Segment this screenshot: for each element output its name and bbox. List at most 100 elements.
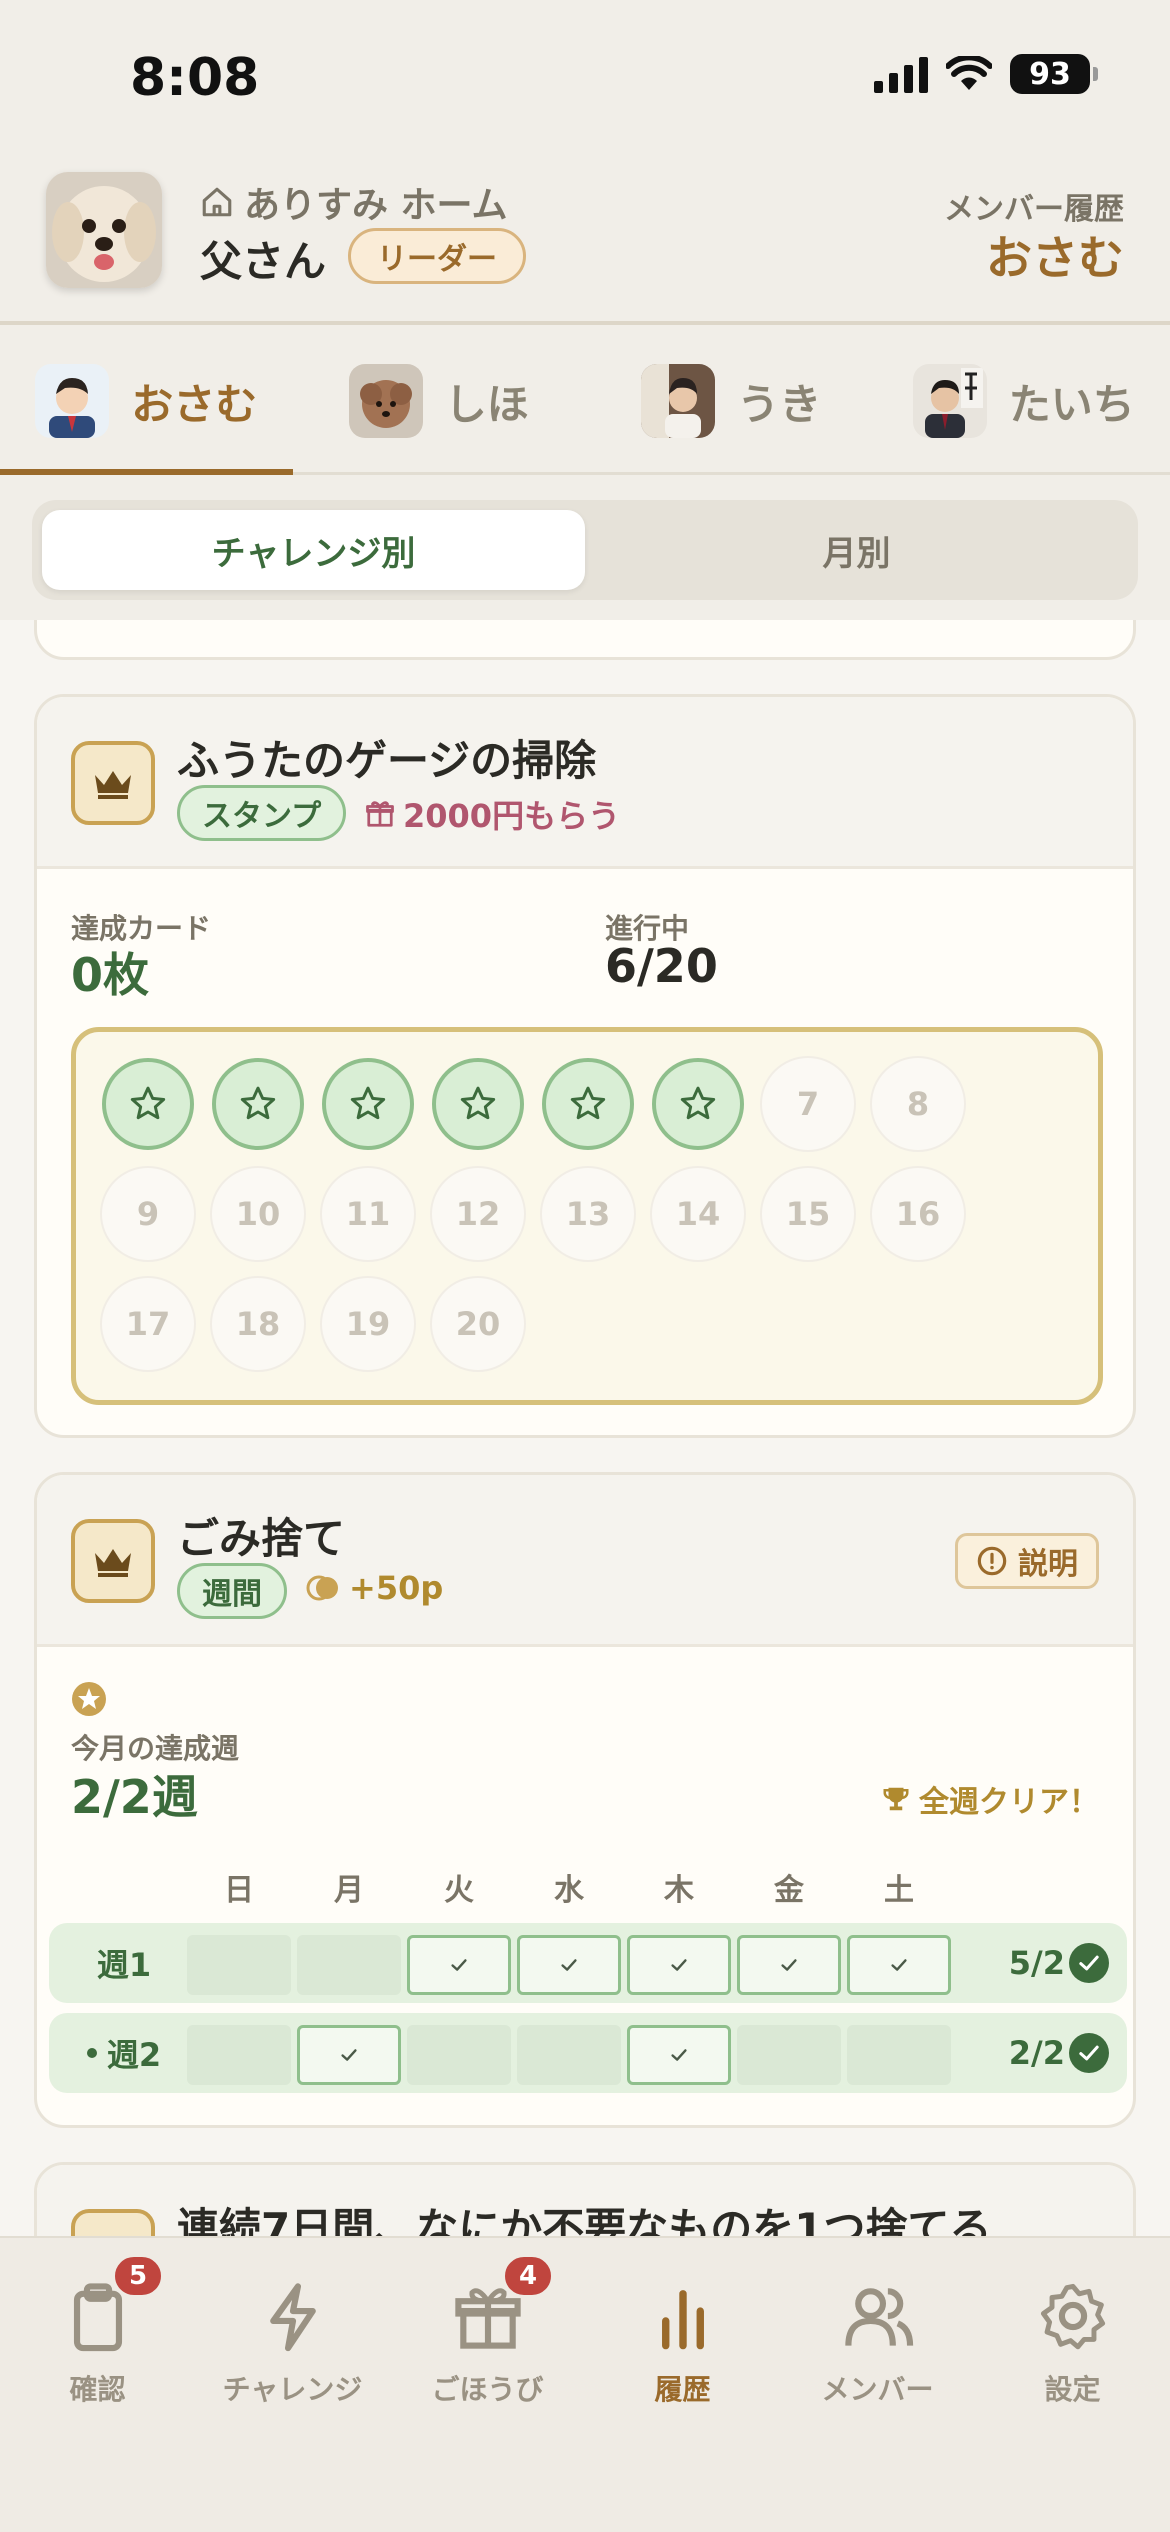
star-icon: [240, 1086, 276, 1120]
star-icon: [130, 1086, 166, 1120]
reward-text: 2000円もらう: [403, 797, 621, 835]
check-icon: [1079, 2045, 1099, 2061]
nav-label: メンバー: [821, 2373, 934, 2406]
challenge-type-badge: 週間: [177, 1563, 287, 1619]
stamp-completed: [212, 1058, 304, 1150]
day-header: 月: [334, 1873, 364, 1908]
reward-info: 2000円もらう: [365, 791, 620, 837]
nav-label: ごほうび: [431, 2373, 544, 2406]
nav-item-bar-chart[interactable]: 履歴: [585, 2238, 780, 2532]
points-info: +50p: [305, 1569, 443, 1607]
trophy-icon: [883, 1787, 909, 1811]
member-avatar: [641, 364, 716, 438]
challenge-card-stamp: ふうたのゲージの掃除 スタンプ 2000円もらう 達成カード 0枚 進行中 6/…: [34, 694, 1136, 1438]
stamp-slot: 12: [432, 1168, 524, 1260]
challenge-card-header: ごみ捨て 週間 +50p 説明: [37, 1475, 1133, 1647]
stamp-slot: 17: [102, 1278, 194, 1370]
check-icon: [781, 1959, 797, 1971]
nav-item-people[interactable]: メンバー: [780, 2238, 975, 2532]
user-avatar[interactable]: [46, 172, 162, 288]
stamp-slot: 19: [322, 1278, 414, 1370]
achieved-cards-value: 0枚: [71, 948, 150, 1002]
member-tab-label: しほ: [444, 379, 529, 429]
crown-icon: [71, 2209, 155, 2236]
member-tab-label: うき: [737, 379, 822, 429]
gift-icon: [366, 801, 394, 827]
stamp-slot: 15: [762, 1168, 854, 1260]
check-icon: [561, 1959, 577, 1971]
check-icon: [671, 2049, 687, 2061]
member-tab-osamu[interactable]: おさむ: [0, 330, 293, 475]
stamp-slot: 11: [322, 1168, 414, 1260]
member-history-name[interactable]: おさむ: [986, 222, 1124, 288]
explain-button[interactable]: 説明: [955, 1533, 1099, 1589]
challenge-title: ごみ捨て: [177, 1514, 346, 1563]
stamp-slot: 18: [212, 1278, 304, 1370]
cellular-signal-icon: [874, 55, 928, 93]
check-icon: [451, 1959, 467, 1971]
challenge-card-header: ふうたのゲージの掃除 スタンプ 2000円もらう: [37, 697, 1133, 869]
member-avatar: [912, 364, 987, 438]
stamp-board: 7 8 9 10 11 12 13 14 15 16 17 18 19 20: [71, 1027, 1103, 1405]
app-header: ありすみ ホーム 父さん リーダー メンバー履歴 おさむ: [0, 150, 1170, 325]
info-icon: [977, 1546, 1007, 1576]
week-row: 週1 5/2: [49, 1923, 1127, 2003]
member-avatar: [348, 364, 423, 438]
stamp-completed: [652, 1058, 744, 1150]
challenge-card-weekly: ごみ捨て 週間 +50p 説明 今月の達成週 2/2週 全週クリア！ 日月火水木…: [34, 1472, 1136, 2128]
status-time: 8:08: [130, 48, 260, 108]
stamp-slot: 16: [872, 1168, 964, 1260]
nav-item-gear[interactable]: 設定: [975, 2238, 1170, 2532]
week-label: 週2: [49, 2013, 199, 2093]
stamp-slot: 20: [432, 1278, 524, 1370]
notification-badge: 5: [112, 2254, 164, 2298]
stamp-slot: 14: [652, 1168, 744, 1260]
day-cell: [737, 2025, 841, 2085]
stamp-slot: 8: [872, 1058, 964, 1150]
month-weeks-value: 2/2週: [71, 1770, 198, 1824]
status-indicators: 93: [874, 54, 1098, 94]
day-header: 木: [664, 1873, 694, 1908]
nav-label: 設定: [1044, 2373, 1101, 2406]
in-progress-value: 6/20: [605, 939, 718, 993]
week-complete-icon: [1069, 1943, 1109, 1983]
status-bar: 8:08 93: [0, 0, 1170, 150]
bottom-tab-bar: 確認 5 チャレンジ ごほうび 4 履歴 メンバー 設定: [0, 2236, 1170, 2532]
nav-item-lightning[interactable]: チャレンジ: [195, 2238, 390, 2532]
nav-label: 履歴: [654, 2373, 711, 2406]
member-tab-taichi[interactable]: たいち: [878, 330, 1170, 472]
home-name-line: ありすみ ホーム: [200, 176, 507, 228]
day-header: 日: [224, 1873, 254, 1908]
day-cell: [187, 1935, 291, 1995]
view-segment: チャレンジ別 月別: [32, 500, 1138, 600]
stamp-completed: [322, 1058, 414, 1150]
day-header: 火: [444, 1873, 474, 1908]
explain-button-label: 説明: [1018, 1547, 1078, 1582]
people-icon: [838, 2276, 918, 2356]
segment-by-month[interactable]: 月別: [585, 510, 1128, 590]
battery-indicator: 93: [1010, 54, 1098, 94]
star-icon: [570, 1086, 606, 1120]
member-tab-uki[interactable]: うき: [585, 330, 878, 472]
nav-item-clipboard[interactable]: 確認 5: [0, 2238, 195, 2532]
day-cell: [297, 1935, 401, 1995]
member-tab-shiho[interactable]: しほ: [293, 330, 586, 472]
challenge-type-badge: スタンプ: [177, 785, 347, 841]
week-count: 5/2: [1008, 1944, 1065, 1982]
all-clear-text: 全週クリア！: [919, 1785, 1099, 1820]
current-week-dot: [86, 2048, 97, 2058]
previous-card-edge: [34, 620, 1136, 660]
member-avatar: [35, 364, 110, 438]
gear-icon: [1033, 2276, 1113, 2356]
day-cell-done: [407, 1935, 511, 1995]
check-icon: [1079, 1955, 1099, 1971]
stamp-slot: 7: [762, 1058, 854, 1150]
crown-icon: [71, 741, 155, 825]
segment-by-challenge[interactable]: チャレンジ別: [42, 510, 585, 590]
history-scroll-area[interactable]: ふうたのゲージの掃除 スタンプ 2000円もらう 達成カード 0枚 進行中 6/…: [0, 620, 1170, 2236]
check-icon: [891, 1959, 907, 1971]
nav-item-gift[interactable]: ごほうび 4: [390, 2238, 585, 2532]
all-clear-label: 全週クリア！: [881, 1777, 1099, 1821]
member-tab-label: たいち: [1008, 379, 1135, 429]
user-name: 父さん: [200, 237, 327, 286]
